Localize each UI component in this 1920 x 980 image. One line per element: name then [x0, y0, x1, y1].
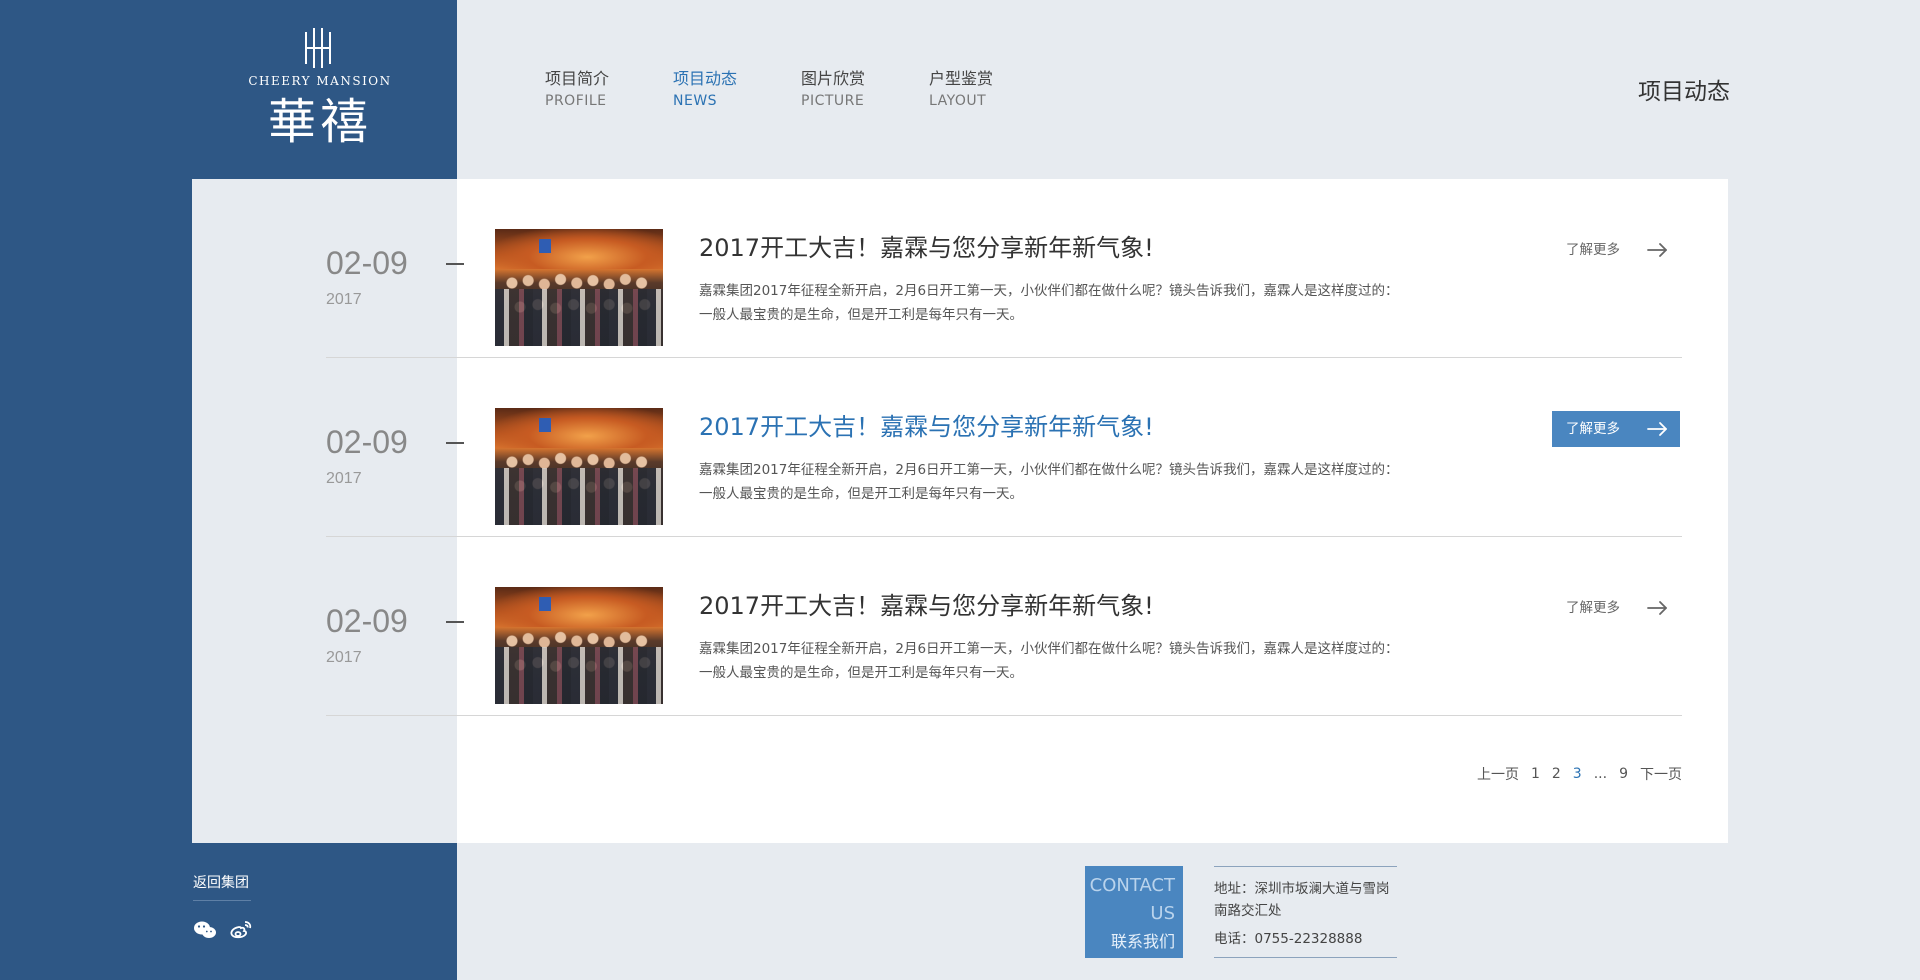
pagination-page-3[interactable]: 3 [1573, 766, 1582, 782]
news-title-link[interactable]: 2017开工大吉！嘉霖与您分享新年新气象! [699, 589, 1154, 623]
photo-sign [539, 597, 551, 611]
pagination-next[interactable]: 下一页 [1640, 764, 1682, 784]
photo-backdrop [495, 587, 663, 627]
arrow-right-icon [1647, 422, 1667, 436]
nav-label-en: PROFILE [545, 93, 607, 109]
news-date-day: 02-09 [326, 603, 408, 639]
news-summary: 嘉霖集团2017年征程全新开启，2月6日开工第一天，小伙伴们都在做什么呢？镜头告… [699, 283, 1399, 323]
contact-address: 地址：深圳市坂澜大道与雪岗南路交汇处 [1214, 881, 1390, 919]
pagination-prev[interactable]: 上一页 [1477, 764, 1519, 784]
nav-item-layout[interactable]: 户型鉴赏 LAYOUT [929, 68, 1057, 112]
brand-name-en: CHEERY MANSION [248, 74, 392, 88]
news-summary: 嘉霖集团2017年征程全新开启，2月6日开工第一天，小伙伴们都在做什么呢？镜头告… [699, 641, 1399, 681]
nav-label-cn: 项目简介 [545, 69, 610, 88]
read-more-label: 了解更多 [1566, 600, 1620, 616]
contact-phone: 电话：0755-22328888 [1214, 931, 1363, 947]
photo-crowd [495, 289, 663, 346]
news-title-link[interactable]: 2017开工大吉！嘉霖与您分享新年新气象! [699, 410, 1154, 444]
pagination-page-1[interactable]: 1 [1531, 766, 1540, 782]
contact-info: 地址：深圳市坂澜大道与雪岗南路交汇处 电话：0755-22328888 [1214, 866, 1397, 958]
news-summary: 嘉霖集团2017年征程全新开启，2月6日开工第一天，小伙伴们都在做什么呢？镜头告… [699, 462, 1399, 502]
photo-crowd [495, 468, 663, 525]
news-date-year: 2017 [326, 470, 362, 487]
news-thumbnail[interactable] [495, 408, 663, 525]
back-to-group-link[interactable]: 返回集团 [193, 872, 251, 901]
news-date-year: 2017 [326, 649, 362, 666]
news-thumbnail[interactable] [495, 587, 663, 704]
read-more-label: 了解更多 [1566, 421, 1620, 437]
nav-label-en: PICTURE [801, 93, 865, 109]
nav-item-profile[interactable]: 项目简介 PROFILE [545, 68, 673, 112]
weibo-icon[interactable] [229, 920, 253, 940]
news-date-day: 02-09 [326, 424, 408, 460]
arrow-right-icon [1647, 243, 1667, 257]
contact-label-cn: 联系我们 [1110, 932, 1175, 951]
nav-label-cn: 图片欣赏 [801, 69, 866, 88]
nav-label-cn: 项目动态 [673, 69, 738, 88]
brand-monogram-icon [305, 28, 331, 68]
brand-name-cn: 華禧 [267, 94, 372, 150]
photo-sign [539, 239, 551, 253]
pagination-ellipsis: ... [1593, 766, 1608, 782]
photo-sign [539, 418, 551, 432]
date-dash-divider [446, 621, 464, 623]
news-item: 02-09 2017 2017开工大吉！嘉霖与您分享新年新气象! 嘉霖集团201… [326, 358, 1682, 537]
row-divider [326, 715, 1682, 716]
nav-item-news[interactable]: 项目动态 NEWS [673, 68, 801, 112]
brand-logo[interactable]: CHEERY MANSION 華禧 [240, 28, 400, 156]
contact-label-en-1: CONTACT [1089, 875, 1175, 896]
news-item: 02-09 2017 2017开工大吉！嘉霖与您分享新年新气象! 嘉霖集团201… [326, 537, 1682, 716]
nav-label-cn: 户型鉴赏 [929, 69, 994, 88]
photo-backdrop [495, 229, 663, 269]
pagination: 上一页 1 2 3 ... 9 下一页 [1460, 764, 1682, 784]
read-more-button[interactable]: 了解更多 [1552, 232, 1680, 268]
date-dash-divider [446, 442, 464, 444]
news-date-year: 2017 [326, 291, 362, 308]
news-title-link[interactable]: 2017开工大吉！嘉霖与您分享新年新气象! [699, 231, 1154, 265]
social-links [193, 920, 265, 940]
main-nav: 项目简介 PROFILE 项目动态 NEWS 图片欣赏 PICTURE 户型鉴赏… [545, 68, 1057, 112]
pagination-page-2[interactable]: 2 [1552, 766, 1561, 782]
contact-us-box: CONTACT US 联系我们 [1085, 866, 1183, 958]
contact-label-en-2: US [1150, 903, 1175, 924]
news-date-day: 02-09 [326, 245, 408, 281]
date-dash-divider [446, 263, 464, 265]
read-more-button[interactable]: 了解更多 [1552, 411, 1680, 447]
read-more-label: 了解更多 [1566, 242, 1620, 258]
page-title: 项目动态 [1638, 79, 1730, 105]
photo-backdrop [495, 408, 663, 448]
pagination-page-last[interactable]: 9 [1619, 766, 1628, 782]
news-thumbnail[interactable] [495, 229, 663, 346]
nav-item-picture[interactable]: 图片欣赏 PICTURE [801, 68, 929, 112]
wechat-icon[interactable] [193, 920, 217, 940]
nav-label-en: LAYOUT [929, 93, 987, 109]
news-item: 02-09 2017 2017开工大吉！嘉霖与您分享新年新气象! 嘉霖集团201… [326, 179, 1682, 358]
nav-label-en: NEWS [673, 93, 718, 109]
photo-crowd [495, 647, 663, 704]
read-more-button[interactable]: 了解更多 [1552, 590, 1680, 626]
arrow-right-icon [1647, 601, 1667, 615]
